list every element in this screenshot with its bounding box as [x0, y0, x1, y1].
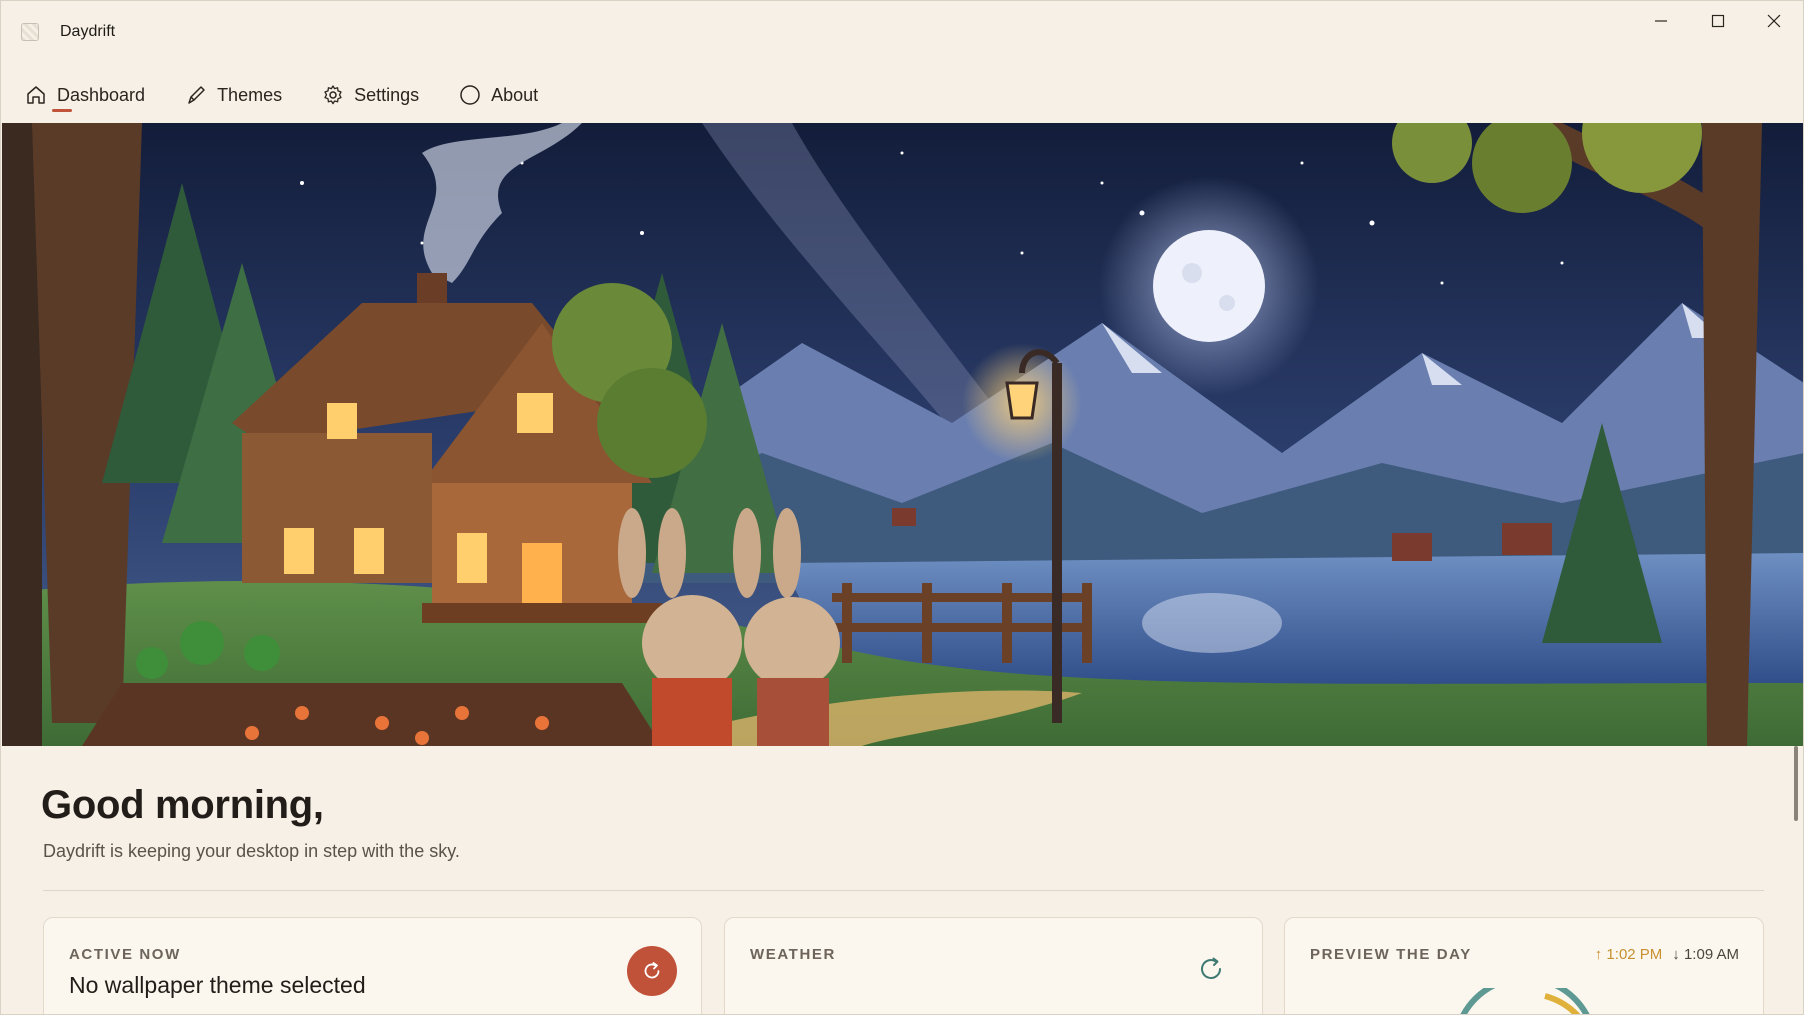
home-icon: [27, 86, 45, 104]
garden-bed: [82, 683, 662, 746]
maximize-icon: [1711, 14, 1725, 28]
nav-item-about[interactable]: About: [459, 77, 538, 113]
circle-icon: [460, 85, 480, 105]
gear-icon: [324, 85, 342, 105]
moon-reflection: [1142, 593, 1282, 653]
greeting-subtitle: Daydrift is keeping your desktop in step…: [43, 841, 460, 861]
hero-illustration: [2, 123, 1803, 746]
preview-day-card: PREVIEW THE DAY ↑ 1:02 PM ↓ 1:09 AM: [1284, 917, 1764, 1014]
app-title: Daydrift: [60, 23, 116, 40]
sunset-time: ↓ 1:09 AM: [1672, 946, 1739, 963]
divider: [43, 890, 1764, 891]
app-window: Daydrift Dashboard Themes Settings About: [0, 0, 1804, 1015]
active-theme-value: No wallpaper theme selected: [69, 972, 366, 998]
sunrise-time: ↑ 1:02 PM: [1594, 946, 1663, 963]
app-icon: [21, 23, 39, 41]
minimize-icon: [1655, 20, 1667, 22]
sun-times: ↑ 1:02 PM ↓ 1:09 AM: [1595, 946, 1739, 963]
vertical-scrollbar[interactable]: [1794, 746, 1798, 821]
nav-label: Dashboard: [57, 84, 146, 105]
active-now-card: ACTIVE NOW No wallpaper theme selected: [43, 917, 702, 1014]
nav-item-settings[interactable]: Settings: [322, 77, 419, 113]
lantern: [1005, 381, 1039, 420]
card-label: PREVIEW THE DAY: [1310, 946, 1472, 963]
brush-icon: [188, 86, 205, 104]
refresh-icon: [1201, 957, 1221, 979]
nav-item-themes[interactable]: Themes: [185, 77, 282, 113]
greeting-title: Good morning,: [41, 783, 324, 827]
minimize-button[interactable]: [1639, 7, 1683, 35]
title-bar: Daydrift: [1, 1, 1803, 63]
main-nav: Dashboard Themes Settings About: [25, 75, 578, 115]
nav-label: Themes: [217, 84, 283, 105]
card-label: ACTIVE NOW: [69, 946, 181, 963]
nav-active-indicator: [52, 109, 72, 112]
refresh-theme-button[interactable]: [627, 946, 677, 996]
refresh-weather-button[interactable]: [1196, 954, 1226, 984]
weather-card: WEATHER: [724, 917, 1263, 1014]
maximize-button[interactable]: [1696, 7, 1740, 35]
lamp-post: [1052, 363, 1062, 723]
nav-label: About: [491, 84, 539, 105]
card-label: WEATHER: [750, 946, 836, 963]
refresh-icon: [644, 962, 660, 979]
close-button[interactable]: [1752, 7, 1796, 35]
nav-item-dashboard[interactable]: Dashboard: [25, 77, 145, 113]
close-icon: [1767, 14, 1781, 28]
day-arc: [1460, 988, 1590, 1014]
moon: [1153, 230, 1265, 342]
nav-label: Settings: [354, 84, 420, 105]
